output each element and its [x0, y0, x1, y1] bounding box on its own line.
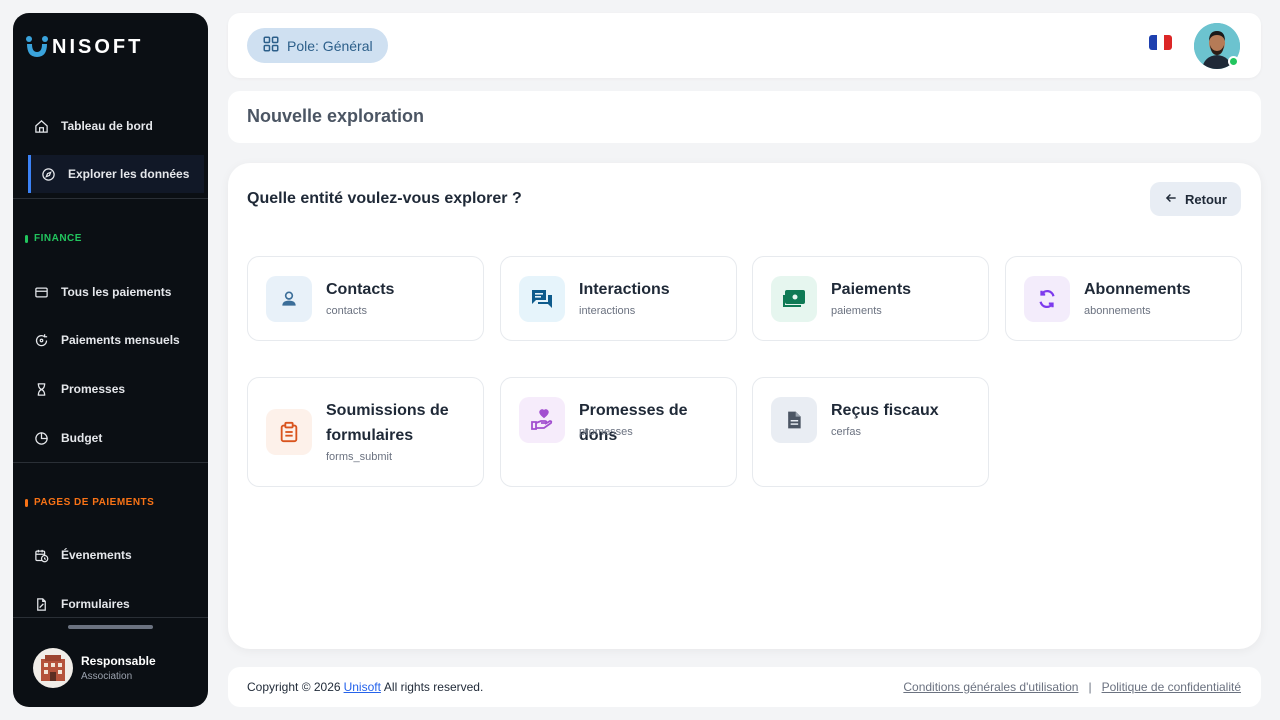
- sidebar-item-label: Évenements: [61, 548, 132, 562]
- pie-chart-icon: [33, 430, 49, 446]
- terms-link[interactable]: Conditions générales d'utilisation: [903, 680, 1078, 694]
- sidebar-item-label: Explorer les données: [68, 167, 190, 181]
- entity-card-subscriptions[interactable]: Abonnements abonnements: [1005, 256, 1242, 341]
- sidebar-item-promises[interactable]: Promesses: [28, 370, 204, 408]
- entity-title: Abonnements: [1084, 281, 1191, 298]
- top-bar: Pole: Général: [228, 13, 1261, 78]
- file-text-icon: [771, 397, 817, 443]
- credit-card-icon: [33, 284, 49, 300]
- entity-key: contacts: [326, 305, 367, 317]
- brand-name: NISOFT: [52, 35, 144, 58]
- heart-hand-icon: [519, 397, 565, 443]
- arrow-left-icon: [1164, 191, 1178, 208]
- company-link[interactable]: Unisoft: [344, 680, 381, 694]
- avatar: [33, 648, 73, 688]
- sidebar-item-monthly-payments[interactable]: Paiements mensuels: [28, 321, 204, 359]
- home-icon: [33, 118, 49, 134]
- sidebar-item-label: Promesses: [61, 382, 126, 396]
- sidebar-divider: [13, 617, 208, 618]
- question-heading: Quelle entité voulez-vous explorer ?: [247, 190, 522, 207]
- footer: Copyright © 2026 Unisoft All rights rese…: [228, 667, 1261, 707]
- entity-card-contacts[interactable]: Contacts contacts: [247, 256, 484, 341]
- sidebar-divider: [13, 198, 208, 199]
- entity-title: Interactions: [579, 281, 670, 298]
- sidebar-item-label: Budget: [61, 431, 103, 445]
- sidebar-item-budget[interactable]: Budget: [28, 419, 204, 457]
- hourglass-icon: [33, 381, 49, 397]
- footer-links: Conditions générales d'utilisation | Pol…: [903, 680, 1241, 694]
- unisoft-logo-icon: [25, 35, 49, 59]
- sidebar-item-label: Formulaires: [61, 597, 130, 611]
- back-button[interactable]: Retour: [1150, 182, 1241, 216]
- pole-selector[interactable]: Pole: Général: [247, 28, 388, 63]
- entity-key: cerfas: [831, 426, 861, 438]
- entity-title: Paiements: [831, 281, 912, 298]
- entity-card-form-submissions[interactable]: Soumissions de formulaires forms_submit: [247, 377, 484, 487]
- user-icon: [266, 276, 312, 322]
- entity-key: interactions: [579, 305, 636, 317]
- document-edit-icon: [33, 596, 49, 612]
- entity-key: forms_submit: [326, 451, 393, 463]
- clipboard-icon: [266, 409, 312, 455]
- sidebar-item-dashboard[interactable]: Tableau de bord: [28, 107, 204, 145]
- footer-separator: |: [1088, 680, 1092, 694]
- pole-label: Pole: Général: [287, 37, 373, 54]
- page-title: Nouvelle exploration: [247, 106, 425, 126]
- building-icon: [41, 655, 65, 681]
- sidebar-scrollbar[interactable]: [68, 625, 153, 629]
- sidebar-item-explore[interactable]: Explorer les données: [28, 155, 204, 193]
- entity-title: Contacts: [326, 281, 395, 298]
- entity-card-donation-promises[interactable]: Promesses de dons promesses: [500, 377, 737, 487]
- section-label-payment-pages: PAGES DE PAIEMENTS: [25, 497, 154, 508]
- sync-icon: [1024, 276, 1070, 322]
- sidebar: NISOFT Tableau de bord Explorer les donn…: [13, 13, 208, 707]
- entity-card-interactions[interactable]: Interactions interactions: [500, 256, 737, 341]
- entity-key: paiements: [831, 305, 882, 317]
- sidebar-item-label: Tous les paiements: [61, 285, 172, 299]
- entity-card-tax-receipts[interactable]: Reçus fiscaux cerfas: [752, 377, 989, 487]
- entity-key: abonnements: [1084, 305, 1151, 317]
- online-status-dot: [1228, 56, 1239, 67]
- entity-key: promesses: [579, 426, 633, 438]
- profile-role: Association: [81, 671, 133, 682]
- sidebar-item-label: Paiements mensuels: [61, 333, 180, 347]
- brand-logo[interactable]: NISOFT: [25, 33, 143, 61]
- grid-icon: [262, 35, 280, 56]
- entity-card-payments[interactable]: Paiements paiements: [752, 256, 989, 341]
- privacy-link[interactable]: Politique de confidentialité: [1102, 680, 1241, 694]
- fr-flag-icon[interactable]: [1149, 35, 1172, 50]
- copyright: Copyright © 2026 Unisoft All rights rese…: [247, 680, 484, 694]
- sidebar-item-all-payments[interactable]: Tous les paiements: [28, 273, 204, 311]
- org-profile[interactable]: Responsable Association: [33, 648, 156, 688]
- page-title-bar: Nouvelle exploration: [228, 91, 1261, 143]
- profile-name: Responsable: [81, 654, 156, 668]
- entity-title: Soumissions de formulaires: [326, 402, 449, 444]
- chat-icon: [519, 276, 565, 322]
- entity-title: Reçus fiscaux: [831, 402, 939, 419]
- entity-title: Promesses de dons: [579, 402, 688, 444]
- refresh-icon: [33, 332, 49, 348]
- banknote-icon: [771, 276, 817, 322]
- explore-panel: Quelle entité voulez-vous explorer ? Ret…: [228, 163, 1261, 649]
- sidebar-item-events[interactable]: Évenements: [28, 536, 204, 574]
- compass-icon: [40, 166, 56, 182]
- calendar-clock-icon: [33, 547, 49, 563]
- sidebar-item-label: Tableau de bord: [61, 119, 153, 133]
- section-label-finance: FINANCE: [25, 233, 82, 244]
- sidebar-divider: [13, 462, 208, 463]
